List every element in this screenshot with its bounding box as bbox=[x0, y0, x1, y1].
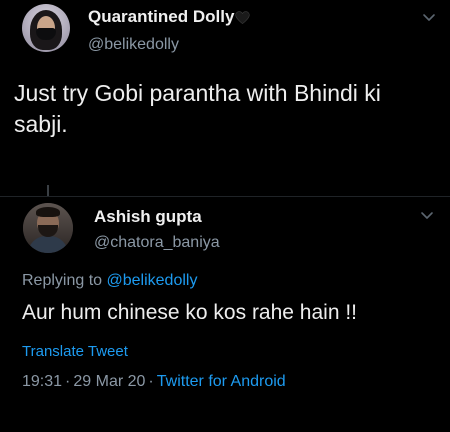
original-display-name-text: Quarantined Dolly bbox=[88, 7, 235, 26]
meta-separator: · bbox=[65, 373, 71, 390]
original-tweet-text: Just try Gobi parantha with Bhindi ki sa… bbox=[14, 80, 381, 137]
tweet-metadata: 19:31 · 29 Mar 20 · Twitter for Android bbox=[22, 373, 286, 391]
tweet-thread-view: Quarantined Dolly @belikedolly Just try … bbox=[0, 0, 450, 432]
tweet-time[interactable]: 19:31 bbox=[22, 373, 62, 390]
meta-separator: · bbox=[148, 373, 154, 390]
tweet-date[interactable]: 29 Mar 20 bbox=[73, 373, 145, 390]
replying-to-label: Replying to bbox=[22, 272, 103, 289]
chevron-down-icon[interactable] bbox=[422, 13, 436, 23]
ashish-gupta-avatar[interactable] bbox=[23, 203, 73, 253]
reply-tweet-text: Aur hum chinese ko kos rahe hain !! bbox=[22, 301, 358, 324]
original-tweet-handle[interactable]: @belikedolly bbox=[88, 36, 179, 54]
reply-tweet-handle[interactable]: @chatora_baniya bbox=[94, 234, 220, 252]
translate-tweet-link[interactable]: Translate Tweet bbox=[22, 343, 128, 360]
original-tweet-display-name[interactable]: Quarantined Dolly bbox=[88, 7, 251, 27]
reply-tweet-display-name[interactable]: Ashish gupta bbox=[94, 207, 202, 227]
tweet-source-link[interactable]: Twitter for Android bbox=[157, 373, 286, 390]
quarantined-dolly-avatar[interactable] bbox=[22, 4, 70, 52]
black-heart-icon bbox=[235, 11, 251, 25]
chevron-down-icon[interactable] bbox=[420, 211, 434, 221]
tweet-divider bbox=[0, 196, 450, 197]
replying-to-mention-link[interactable]: @belikedolly bbox=[107, 272, 198, 289]
replying-to-line: Replying to @belikedolly bbox=[22, 272, 197, 290]
